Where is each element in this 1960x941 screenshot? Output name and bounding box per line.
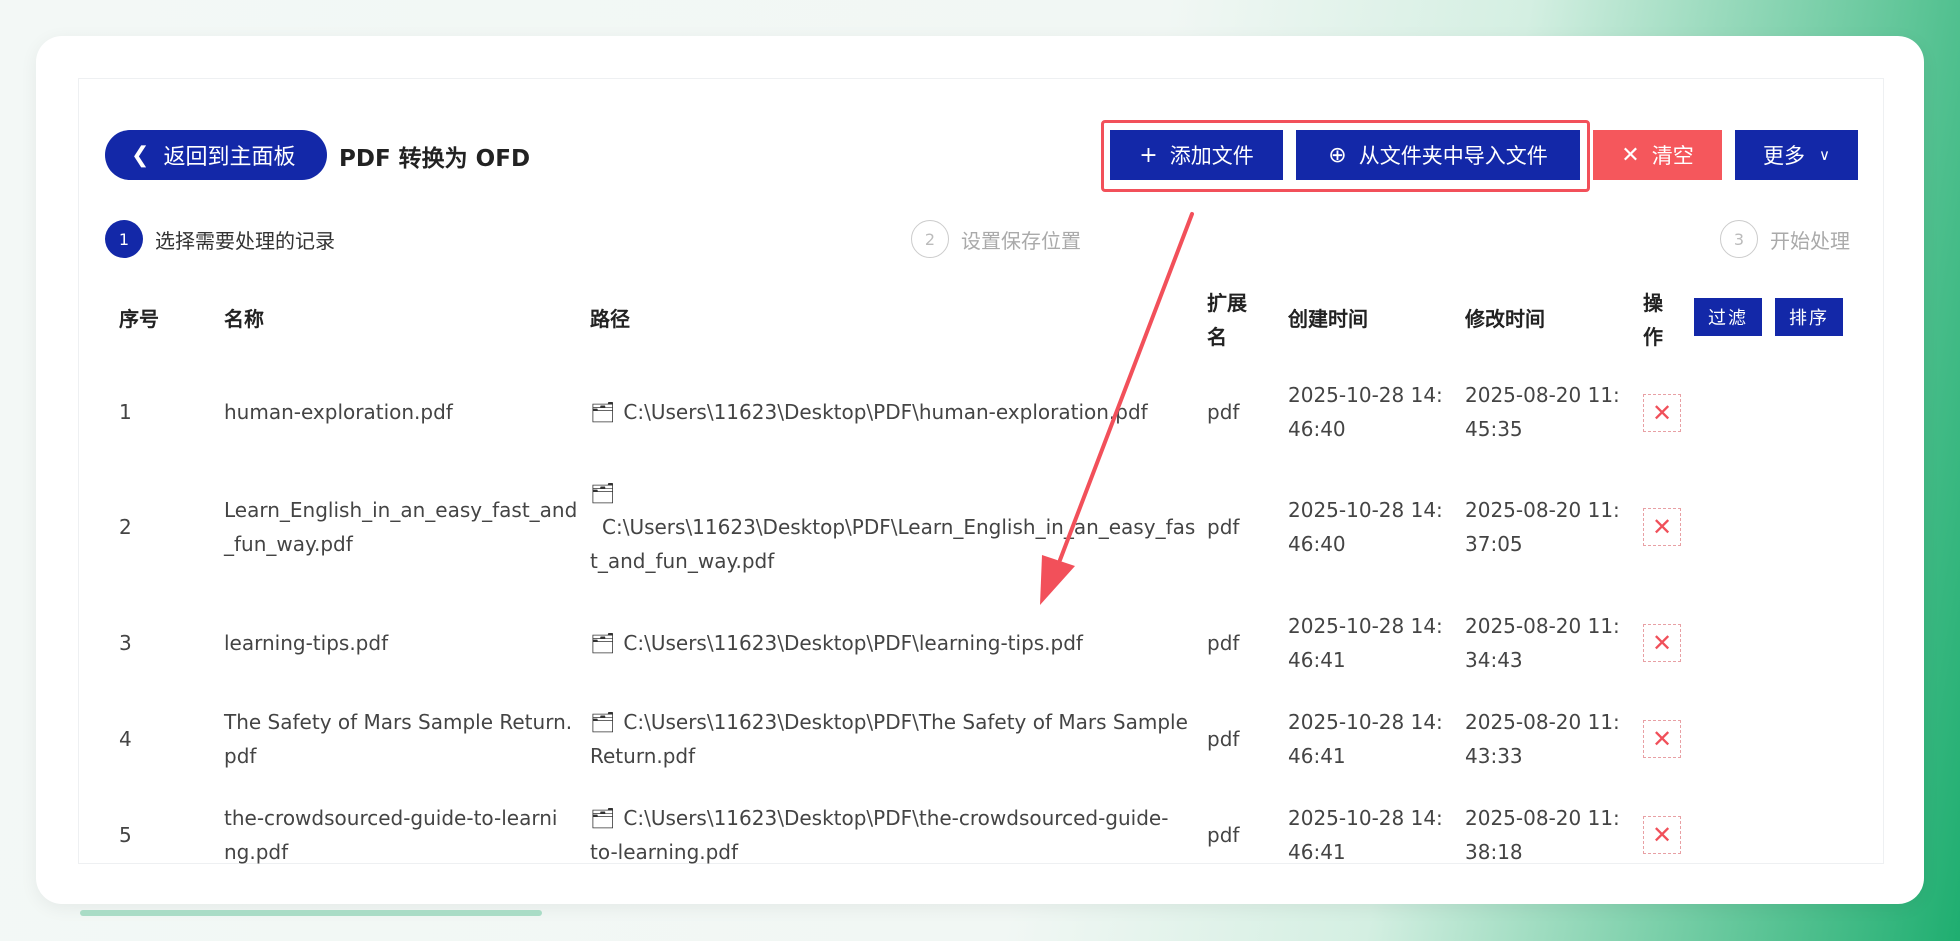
arrow-shaft: [1058, 212, 1194, 562]
annotation-arrow: [1040, 212, 1194, 605]
arrow-head: [1040, 555, 1075, 605]
